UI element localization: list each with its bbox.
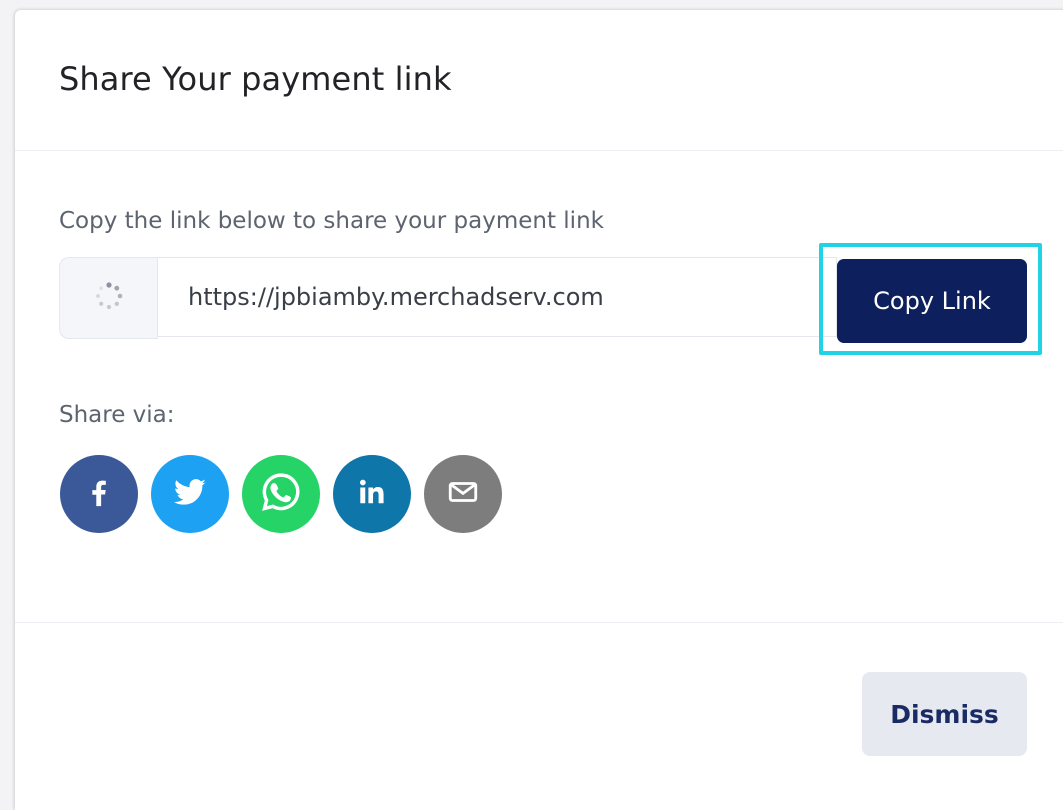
share-email-button[interactable]: [424, 455, 502, 533]
link-input-group: Copy Link: [59, 243, 1042, 355]
modal-header: Share Your payment link: [15, 10, 1063, 151]
loading-spinner-icon: [94, 281, 124, 315]
share-options: [60, 455, 502, 533]
share-payment-link-modal: Share Your payment link Copy the link be…: [15, 10, 1063, 810]
share-twitter-button[interactable]: [151, 455, 229, 533]
facebook-icon: [82, 475, 116, 513]
share-via-label: Share via:: [59, 402, 175, 428]
footer-divider: [15, 622, 1063, 623]
whatsapp-icon: [258, 469, 304, 519]
share-facebook-button[interactable]: [60, 455, 138, 533]
dismiss-button[interactable]: Dismiss: [862, 672, 1027, 756]
copy-instruction-text: Copy the link below to share your paymen…: [59, 208, 604, 234]
share-whatsapp-button[interactable]: [242, 455, 320, 533]
link-prefix-addon: [59, 257, 158, 339]
share-linkedin-button[interactable]: [333, 455, 411, 533]
linkedin-icon: [354, 474, 390, 514]
payment-link-input[interactable]: [157, 257, 837, 337]
copy-link-button[interactable]: Copy Link: [837, 259, 1027, 343]
email-icon: [446, 475, 480, 513]
twitter-icon: [171, 473, 209, 515]
modal-title: Share Your payment link: [59, 60, 452, 98]
